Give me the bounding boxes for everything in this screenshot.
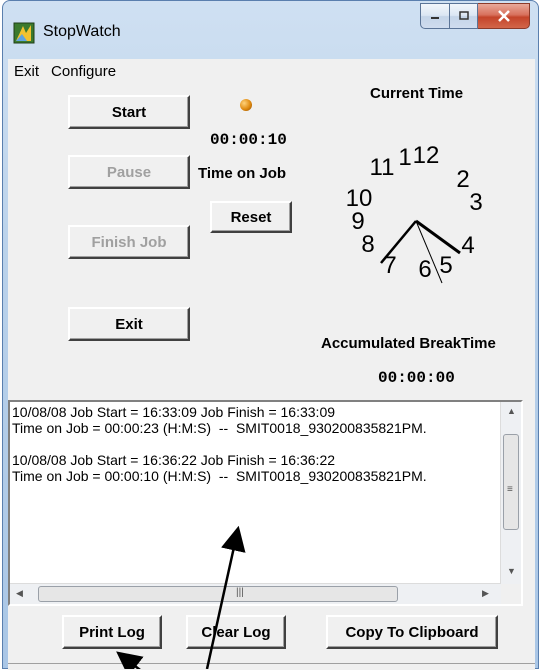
annotation-arrow-up (205, 525, 246, 669)
annotation-arrow-left (116, 651, 144, 669)
annotation-arrows (116, 525, 246, 669)
